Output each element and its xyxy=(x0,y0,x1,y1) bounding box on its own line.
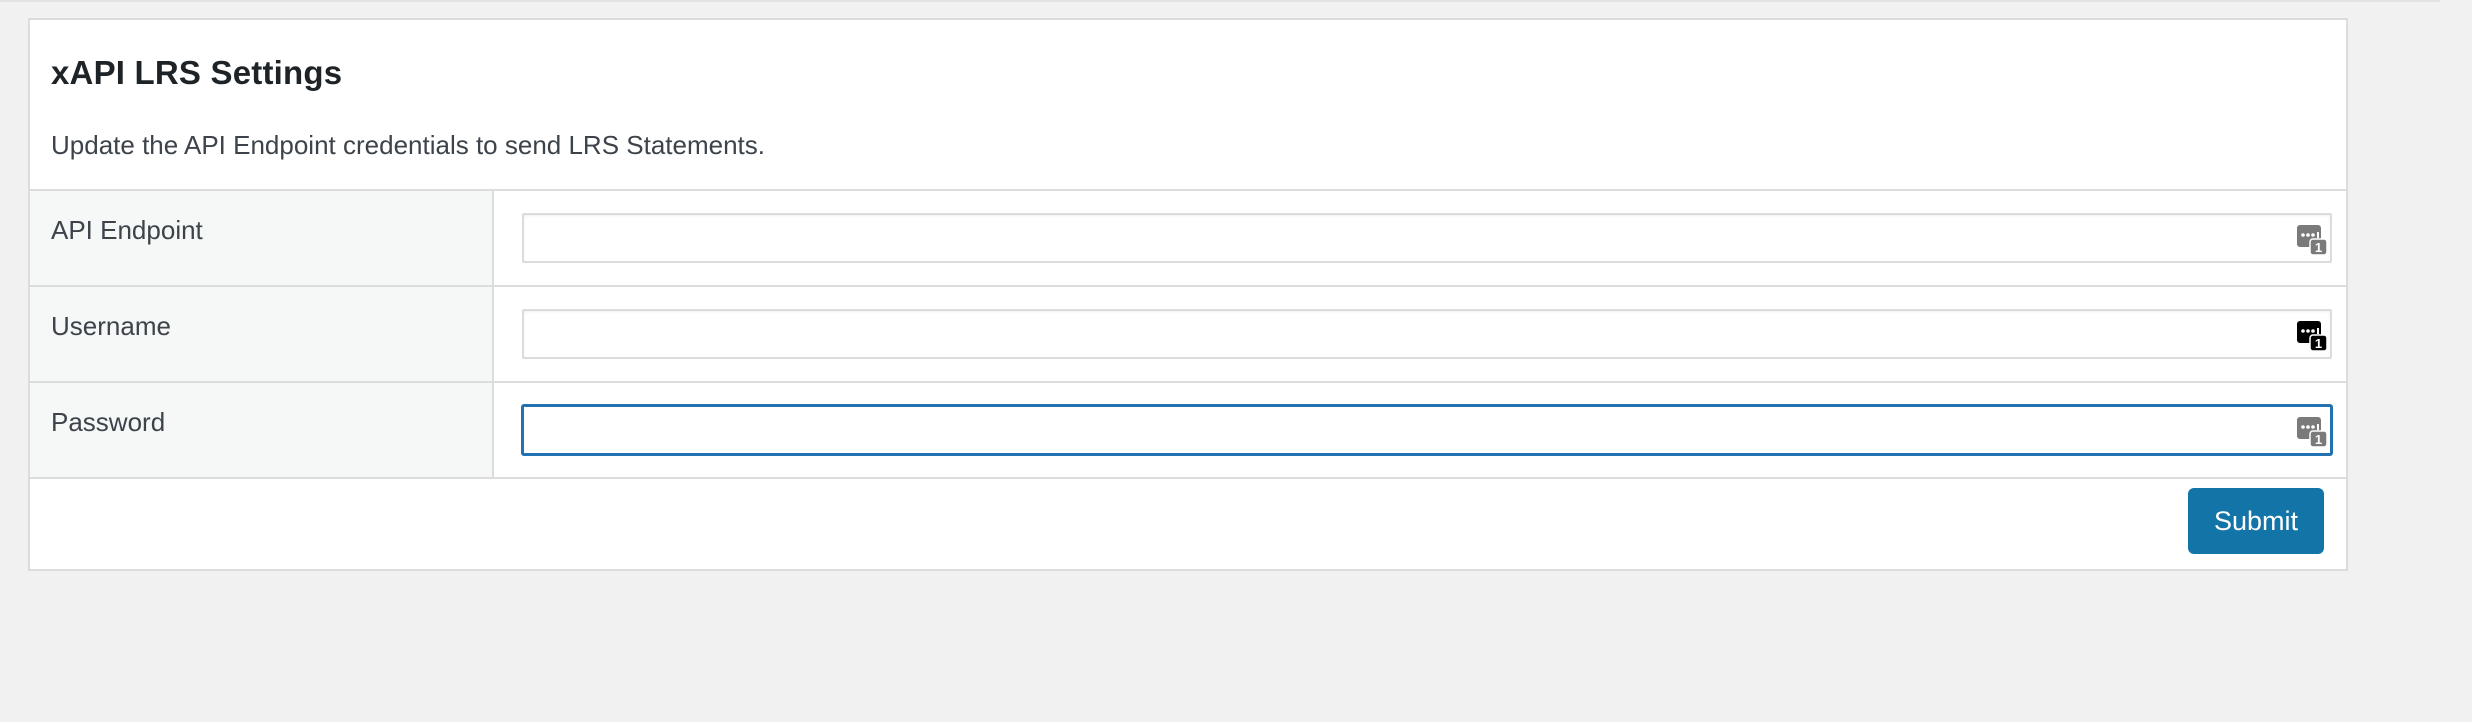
password-manager-icon[interactable]: 1 xyxy=(2296,416,2328,448)
api-endpoint-input[interactable] xyxy=(522,213,2332,263)
form-row-username: Username 1 xyxy=(30,287,2346,383)
api-endpoint-cell: 1 xyxy=(494,191,2346,285)
svg-text:1: 1 xyxy=(2315,336,2322,351)
password-manager-icon[interactable]: 1 xyxy=(2296,320,2328,352)
password-label: Password xyxy=(30,383,494,477)
top-divider xyxy=(0,0,2440,2)
api-endpoint-label: API Endpoint xyxy=(30,191,494,285)
username-label: Username xyxy=(30,287,494,381)
password-manager-icon[interactable]: 1 xyxy=(2296,224,2328,256)
submit-button[interactable]: Submit xyxy=(2188,488,2324,554)
password-cell: 1 xyxy=(494,383,2346,477)
username-input[interactable] xyxy=(522,309,2332,359)
settings-panel: xAPI LRS Settings Update the API Endpoin… xyxy=(28,18,2348,571)
svg-text:1: 1 xyxy=(2315,432,2322,447)
page-title: xAPI LRS Settings xyxy=(51,54,343,91)
settings-form-table: API Endpoint 1 Username 1 Password 1 xyxy=(30,189,2346,479)
svg-text:1: 1 xyxy=(2315,240,2322,255)
form-row-password: Password 1 xyxy=(30,383,2346,479)
username-cell: 1 xyxy=(494,287,2346,381)
form-footer: Submit xyxy=(2188,488,2324,554)
password-input[interactable] xyxy=(522,405,2332,455)
panel-description: Update the API Endpoint credentials to s… xyxy=(51,130,765,160)
form-row-api-endpoint: API Endpoint 1 xyxy=(30,191,2346,287)
